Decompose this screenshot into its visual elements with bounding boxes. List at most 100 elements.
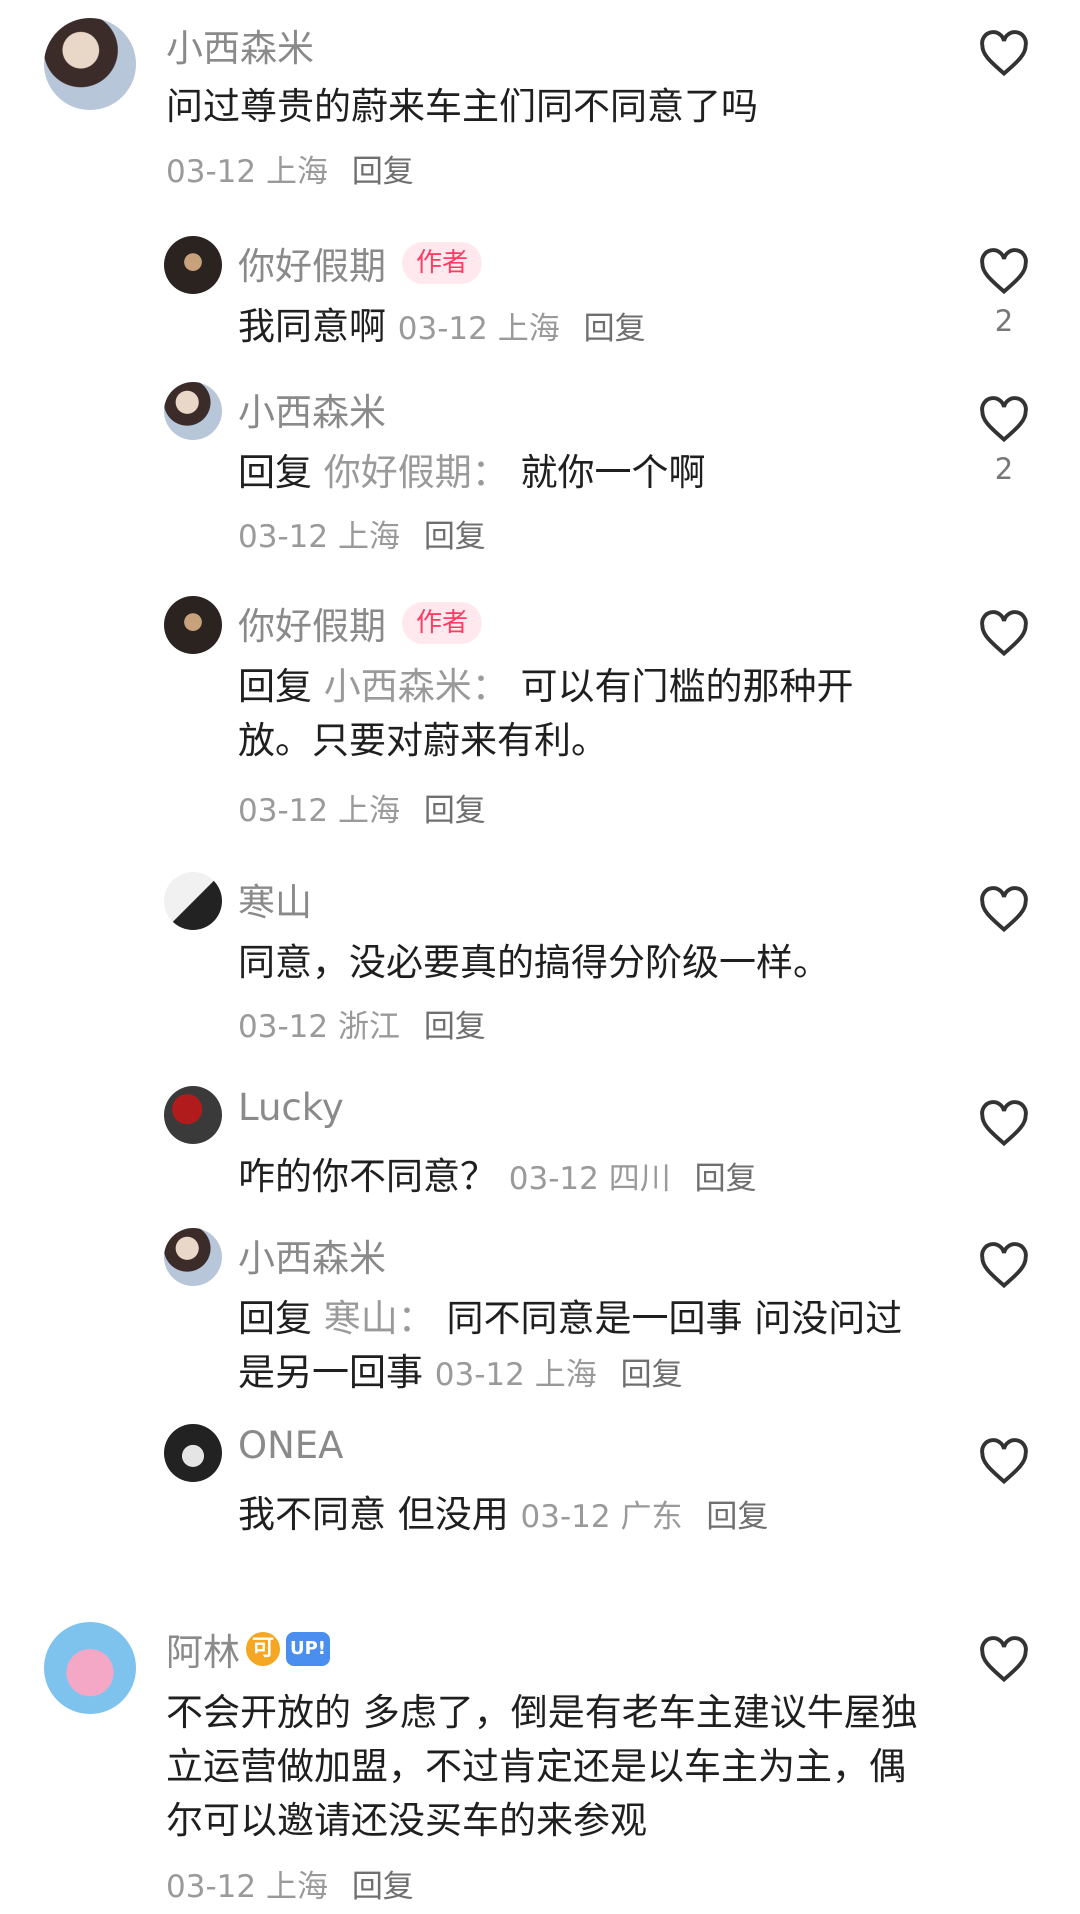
like-button[interactable] (978, 1636, 1030, 1684)
reply-prefix: 回复 (238, 665, 312, 708)
comment-date: 03-12 (434, 1357, 525, 1393)
comment-location: 上海 (337, 519, 400, 555)
username-label: 你好假期 (238, 245, 386, 288)
comment-location: 上海 (337, 793, 400, 829)
username-label: 阿林 (166, 1631, 240, 1674)
author-badge: 作者 (402, 602, 483, 644)
username[interactable]: 寒山 (238, 872, 312, 926)
comment-text: 回复 寒山： 同不同意是一回事 问没问过是另一回事 03-12 上海 回复 (238, 1292, 938, 1402)
comment-date: 03-12 (166, 1869, 257, 1905)
comment-location: 上海 (265, 154, 328, 190)
reply-button[interactable]: 回复 (621, 1357, 683, 1393)
reply-button[interactable]: 回复 (352, 154, 414, 190)
comment-text-content: 我同意啊 (238, 305, 386, 348)
reply-button[interactable]: 回复 (424, 519, 486, 555)
reply-button[interactable]: 回复 (424, 1009, 486, 1045)
comment-date: 03-12 (508, 1161, 599, 1197)
like-button[interactable]: 2 (978, 396, 1030, 486)
comment-meta: 03-12 上海 回复 (166, 1860, 906, 1914)
comment-meta: 03-12 四川 回复 (509, 1161, 757, 1197)
avatar[interactable] (164, 236, 222, 294)
like-button[interactable] (978, 1438, 1030, 1486)
comment-location: 四川 (608, 1161, 671, 1197)
username[interactable]: 你好假期 作者 (238, 236, 483, 290)
comment-meta: 03-12 上海 回复 (238, 784, 978, 838)
avatar[interactable] (164, 872, 222, 930)
comment-text: 问过尊贵的蔚来车主们同不同意了吗 (166, 85, 758, 128)
comment-text-content: 就你一个啊 (520, 451, 706, 494)
comment-date: 03-12 (238, 519, 329, 555)
like-button[interactable] (978, 610, 1030, 658)
creator-badge-icon: 可 (246, 1632, 280, 1666)
comment-text: 咋的你不同意？ 03-12 四川 回复 (238, 1150, 978, 1206)
like-button[interactable] (978, 30, 1030, 78)
comment-location: 广东 (620, 1499, 683, 1535)
comment-location: 浙江 (337, 1009, 400, 1045)
comment-text: 回复 小西森米： 可以有门槛的那种开放。只要对蔚来有利。 (238, 660, 918, 768)
avatar[interactable] (164, 596, 222, 654)
comment-date: 03-12 (520, 1499, 611, 1535)
username-label: 你好假期 (238, 605, 386, 648)
like-count: 2 (994, 304, 1014, 338)
heart-outline-icon (980, 886, 1028, 933)
reply-prefix: 回复 (238, 451, 312, 494)
comment-meta: 03-12 上海 回复 (166, 145, 906, 199)
heart-outline-icon (980, 1242, 1028, 1289)
comment-text-content: 咋的你不同意？ (238, 1155, 497, 1198)
like-button[interactable]: 2 (978, 248, 1030, 338)
avatar[interactable] (164, 1424, 222, 1482)
like-button[interactable] (978, 886, 1030, 934)
reply-button[interactable]: 回复 (352, 1869, 414, 1905)
like-button[interactable] (978, 1100, 1030, 1148)
username[interactable]: 小西森米 (166, 18, 314, 72)
heart-outline-icon (980, 1100, 1028, 1147)
username[interactable]: 小西森米 (238, 1228, 386, 1282)
username[interactable]: 阿林 可 UP! (166, 1622, 330, 1676)
heart-outline-icon (980, 30, 1028, 77)
author-badge: 作者 (402, 242, 483, 284)
like-count: 2 (994, 452, 1014, 486)
comment-text-content: 我不同意 但没用 (238, 1493, 509, 1536)
comment-meta: 03-12 上海 回复 (398, 311, 646, 347)
reply-button[interactable]: 回复 (424, 793, 486, 829)
reply-prefix: 回复 (238, 1297, 312, 1340)
reply-button[interactable]: 回复 (584, 311, 646, 347)
avatar[interactable] (44, 1622, 136, 1714)
avatar[interactable] (164, 1086, 222, 1144)
up-badge-icon: UP! (286, 1632, 330, 1666)
heart-outline-icon (980, 1438, 1028, 1485)
reply-button[interactable]: 回复 (695, 1161, 757, 1197)
reply-target[interactable]: 小西森米： (324, 665, 509, 708)
reply-button[interactable]: 回复 (706, 1499, 768, 1535)
comment-meta: 03-12 浙江 回复 (238, 1000, 978, 1054)
reply-target[interactable]: 寒山： (324, 1297, 435, 1340)
comment-text: 不会开放的 多虑了，倒是有老车主建议牛屋独立运营做加盟，不过肯定还是以车主为主，… (166, 1691, 918, 1842)
comment-date: 03-12 (397, 311, 488, 347)
username[interactable]: 你好假期 作者 (238, 596, 483, 650)
comment-text: 回复 你好假期： 就你一个啊 (238, 446, 978, 500)
comment-date: 03-12 (166, 154, 257, 190)
comment-meta: 03-12 上海 回复 (238, 510, 978, 564)
username[interactable]: Lucky (238, 1086, 344, 1129)
heart-outline-icon (980, 248, 1028, 295)
comment-date: 03-12 (238, 793, 329, 829)
comment-text: 同意，没必要真的搞得分阶级一样。 (238, 941, 830, 984)
username[interactable]: 小西森米 (238, 382, 386, 436)
comment-date: 03-12 (238, 1009, 329, 1045)
heart-outline-icon (980, 610, 1028, 657)
comment-text: 我同意啊 03-12 上海 回复 (238, 300, 978, 356)
avatar[interactable] (44, 18, 136, 110)
reply-target[interactable]: 你好假期： (324, 451, 509, 494)
like-button[interactable] (978, 1242, 1030, 1290)
comment-location: 上海 (265, 1869, 328, 1905)
avatar[interactable] (164, 1228, 222, 1286)
comment-location: 上海 (534, 1357, 597, 1393)
comment-location: 上海 (497, 311, 560, 347)
avatar[interactable] (164, 382, 222, 440)
comment-meta: 03-12 上海 回复 (435, 1357, 683, 1393)
heart-outline-icon (980, 396, 1028, 443)
comment-meta: 03-12 广东 回复 (521, 1499, 769, 1535)
heart-outline-icon (980, 1636, 1028, 1683)
comment-text: 我不同意 但没用 03-12 广东 回复 (238, 1488, 978, 1544)
username[interactable]: ONEA (238, 1424, 344, 1467)
